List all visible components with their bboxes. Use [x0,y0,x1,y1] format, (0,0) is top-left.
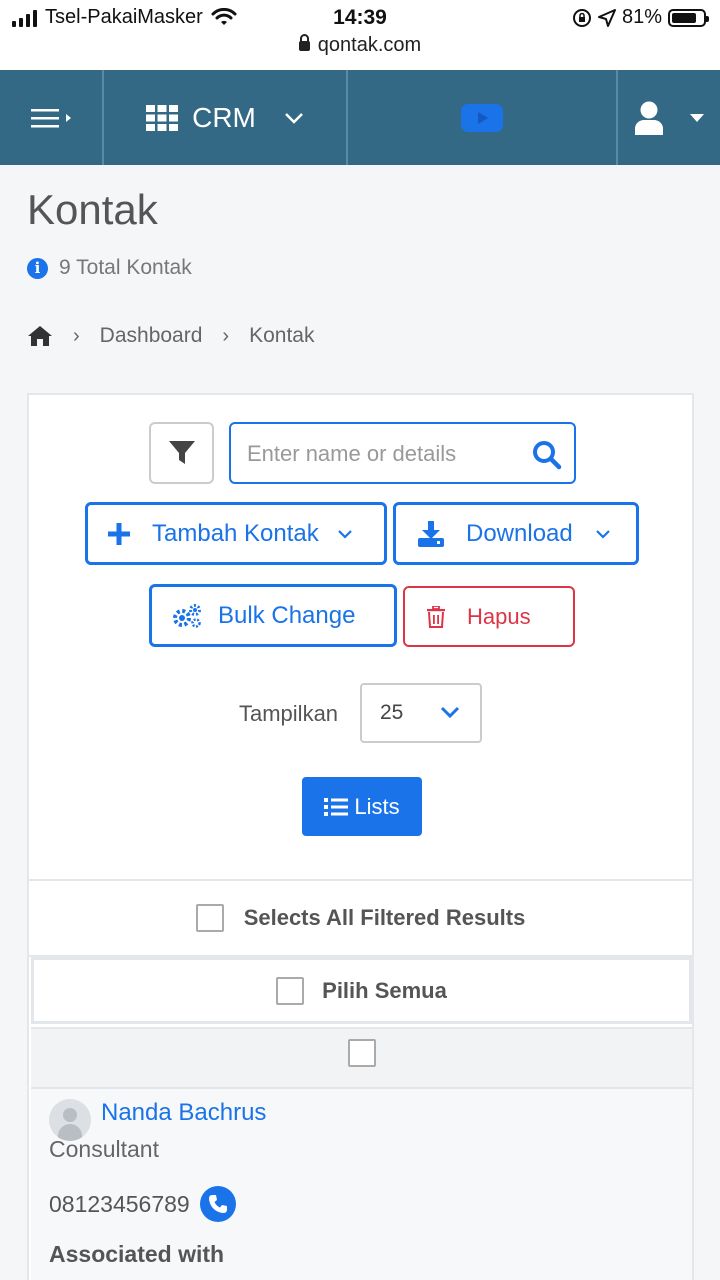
cogs-icon [172,603,202,629]
battery-fill [672,12,697,23]
rotation-lock-icon [572,8,591,27]
select-all-filtered-row: Selects All Filtered Results [29,879,692,957]
trash-icon [427,605,445,628]
contact-phone-number: 08123456789 [49,1190,190,1217]
plus-icon [108,522,130,545]
app-name: CRM [192,101,256,133]
contact-job-title: Consultant [49,1136,159,1162]
download-label: Download [466,519,573,547]
search-box [229,422,576,484]
contact-item: Nanda Bachrus Consultant 08123456789 Ass… [31,1087,692,1280]
contacts-card: Tambah Kontak Download [27,393,694,1280]
grid-icon [146,104,179,131]
page-size-value: 25 [380,701,404,724]
chevron-right-icon: › [73,324,80,347]
menu-toggle-button[interactable] [0,70,104,165]
search-input[interactable] [247,436,527,472]
chevron-down-icon [337,529,353,539]
total-contacts: i 9 Total Kontak [27,256,192,280]
download-icon [418,520,444,547]
top-navbar: CRM [0,70,720,165]
avatar [49,1099,91,1141]
chevron-down-icon [284,112,303,124]
lists-button[interactable]: Lists [302,777,422,836]
caret-down-icon [690,113,704,122]
breadcrumb: › Dashboard › Kontak [27,324,314,348]
contact-phone: 08123456789 [49,1186,236,1222]
play-icon [461,103,503,132]
row-checkbox[interactable] [347,1039,376,1067]
address-bar[interactable]: qontak.com [0,34,720,57]
download-button[interactable]: Download [393,502,639,565]
select-all-row: Pilih Semua [31,957,692,1024]
location-icon [597,8,616,27]
bulk-change-label: Bulk Change [218,601,356,629]
lock-icon [298,34,310,51]
add-contact-label: Tambah Kontak [152,519,319,547]
user-menu-button[interactable] [618,70,720,165]
row-select-header [31,1027,692,1087]
menu-icon [31,108,71,127]
select-all-filtered-checkbox[interactable] [195,904,224,932]
phone-icon[interactable] [199,1186,236,1222]
page-size-select[interactable]: 25 [360,683,482,743]
app-switcher[interactable]: CRM [104,70,348,165]
status-bar: Tsel-PakaiMasker 14:39 81% qontak.com [0,0,720,70]
filter-button[interactable] [149,422,214,484]
bulk-change-button[interactable]: Bulk Change [149,584,397,647]
chevron-right-icon: › [222,324,230,347]
total-contacts-text: 9 Total Kontak [59,256,192,279]
filter-icon [168,441,195,464]
breadcrumb-kontak: Kontak [249,324,315,347]
select-all-label: Pilih Semua [322,977,447,1003]
contact-name-link[interactable]: Nanda Bachrus [101,1099,266,1127]
lists-label: Lists [354,793,400,819]
select-all-filtered-label: Selects All Filtered Results [243,905,526,930]
breadcrumb-dashboard[interactable]: Dashboard [100,324,203,348]
user-icon [635,101,663,135]
chevron-down-icon [440,706,460,719]
battery-percent: 81% [621,6,662,28]
delete-button[interactable]: Hapus [403,586,575,647]
chevron-down-icon [595,529,611,539]
home-icon[interactable] [27,325,53,347]
battery-icon [668,8,709,27]
info-icon: i [27,257,48,279]
video-tutorial-button[interactable] [348,70,618,165]
list-icon [324,797,349,816]
search-icon[interactable] [532,440,562,470]
page-title: Kontak [27,186,158,233]
url-text: qontak.com [317,34,422,56]
add-contact-button[interactable]: Tambah Kontak [85,502,387,565]
page-size-label: Tampilkan [239,701,339,726]
associated-with-label: Associated with [49,1241,225,1267]
delete-label: Hapus [467,603,531,629]
status-right: 81% [572,6,709,29]
select-all-checkbox[interactable] [276,976,305,1005]
